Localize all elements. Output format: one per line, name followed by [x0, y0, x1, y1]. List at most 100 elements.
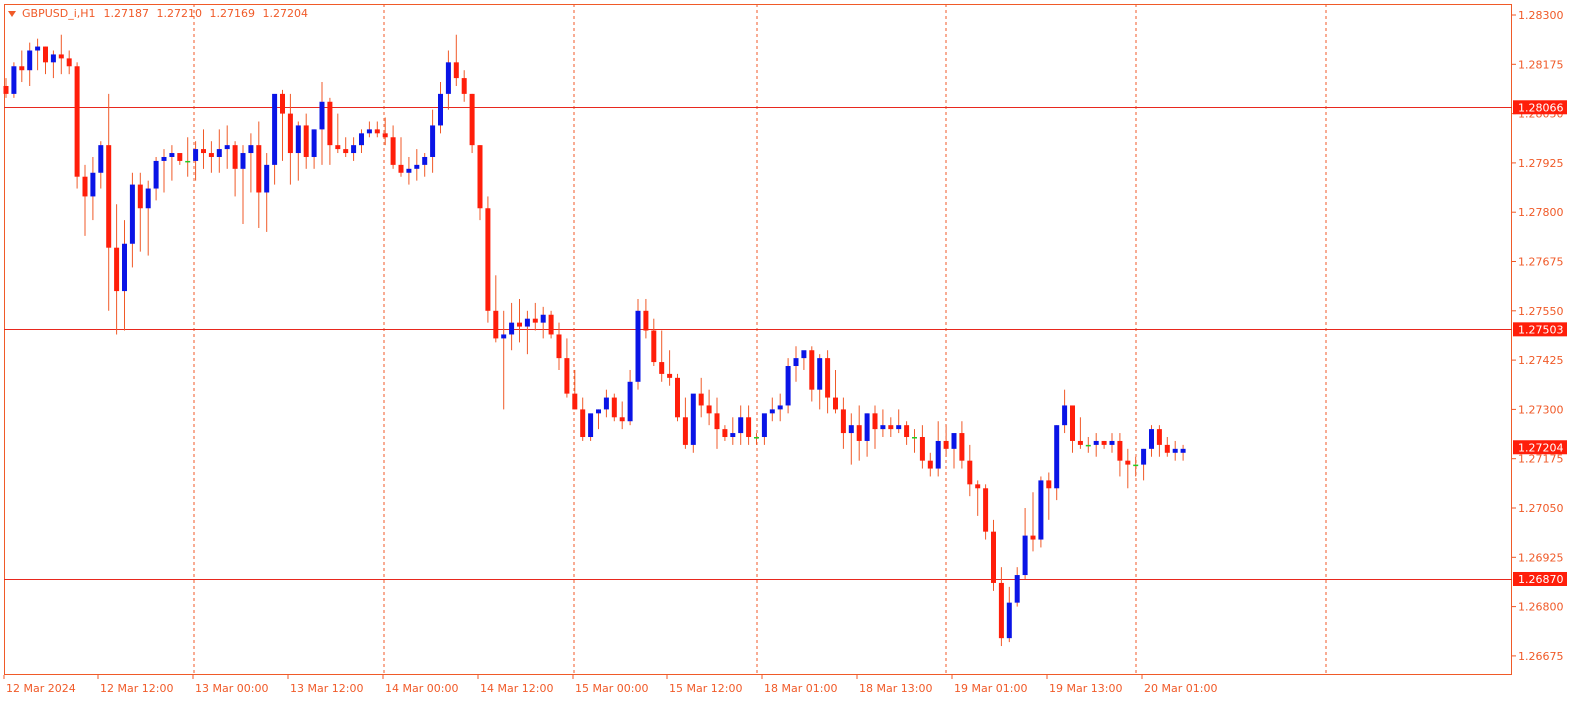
candle-body [453, 62, 459, 79]
price-tick-label: 1.26925 [1518, 551, 1564, 564]
candle [1141, 448, 1147, 481]
candle-body [208, 153, 214, 157]
candle [50, 50, 56, 79]
price-tick-label: 1.27550 [1518, 305, 1564, 318]
candle-body [145, 188, 151, 209]
horizontal-levels[interactable] [4, 107, 1512, 580]
chart-window[interactable]: 1.283001.281751.280501.279251.278001.276… [0, 0, 1586, 709]
candle [627, 369, 633, 426]
candle [698, 377, 704, 418]
symbol-header[interactable]: GBPUSD_i,H1 1.27187 1.27210 1.27169 1.27… [8, 7, 308, 20]
candle [919, 425, 925, 469]
vertical-grid [193, 4, 1327, 675]
candle-body [746, 417, 752, 438]
candle [817, 354, 823, 410]
candle [548, 310, 554, 339]
candle-body [58, 54, 64, 59]
candle [58, 34, 64, 75]
candle-body [311, 129, 317, 157]
candle-body [1180, 448, 1186, 453]
candle-body [556, 334, 562, 359]
candle [746, 405, 752, 445]
time-tick-label: 18 Mar 13:00 [859, 682, 932, 695]
time-axis[interactable]: 12 Mar 2024 12 Mar 12:00 13 Mar 00:00 13 Ma… [3, 675, 1217, 695]
candle [1006, 586, 1012, 643]
candle-body [951, 433, 957, 449]
candle-body [374, 129, 380, 134]
candle-body [335, 145, 341, 150]
price-tick-label: 1.27800 [1518, 206, 1564, 219]
candle [856, 405, 862, 461]
ohlc-high: 1.27210 [156, 7, 203, 20]
candle-body [817, 358, 823, 390]
candle [1070, 405, 1075, 453]
ohlc-close: 1.27204 [262, 7, 309, 20]
price-tick-label: 1.27925 [1518, 157, 1564, 170]
candle-body [1038, 480, 1044, 540]
candle [848, 413, 854, 465]
candle-body [643, 310, 649, 331]
candle [390, 125, 396, 169]
candle-body [35, 46, 41, 51]
candle [1149, 425, 1154, 457]
time-tick-label: 18 Mar 01:00 [764, 682, 837, 695]
candle [122, 220, 127, 331]
level-price-tag: 1.28066 [1513, 100, 1567, 115]
candle [951, 433, 957, 469]
candle-body [1101, 440, 1107, 445]
candle [177, 153, 183, 165]
candle [730, 417, 736, 445]
candle [445, 50, 451, 110]
candle-body [540, 314, 546, 323]
candle [596, 409, 601, 430]
candle-body [50, 54, 56, 63]
candle [524, 310, 530, 355]
candle [904, 421, 910, 445]
candle [1038, 476, 1044, 548]
candle [280, 89, 285, 161]
candle-body [517, 322, 522, 327]
candle-body [98, 145, 104, 173]
candle [145, 180, 151, 256]
candle-body [137, 184, 143, 209]
candle [422, 153, 428, 177]
candle-body [991, 531, 996, 583]
candle [991, 519, 996, 591]
candle-body [445, 62, 451, 94]
candle [66, 50, 72, 75]
candle [603, 389, 609, 418]
candle [453, 34, 459, 86]
candle [643, 298, 649, 339]
candle [675, 373, 680, 422]
candle [975, 480, 981, 516]
price-tag-label: 1.27204 [1518, 441, 1564, 454]
candlestick-chart[interactable]: 1.283001.281751.280501.279251.278001.276… [0, 0, 1586, 709]
candle [1180, 444, 1186, 461]
candle-body [177, 153, 183, 161]
candle [540, 306, 546, 339]
candle-body [524, 318, 530, 327]
candle-body [185, 160, 191, 163]
candle-body [66, 58, 72, 67]
candle-body [216, 149, 222, 157]
candle-body [295, 125, 301, 154]
candle-body [1141, 448, 1147, 465]
candle-body [3, 85, 9, 94]
candle [690, 393, 696, 453]
candle [272, 93, 278, 185]
candle-body [880, 425, 886, 430]
candle-body [1062, 405, 1068, 426]
candle [588, 413, 594, 441]
candle [896, 409, 902, 434]
price-tag-label: 1.28066 [1518, 101, 1564, 114]
candle-body [477, 145, 483, 209]
candle [1062, 389, 1068, 434]
candle-body [714, 413, 720, 430]
candle [1117, 433, 1123, 477]
candle [256, 121, 262, 228]
time-tick-label: 14 Mar 00:00 [385, 682, 458, 695]
collapse-triangle-icon[interactable] [8, 10, 16, 17]
price-tag-label: 1.26870 [1518, 573, 1564, 586]
candle [935, 421, 941, 477]
candle-body [193, 149, 199, 161]
